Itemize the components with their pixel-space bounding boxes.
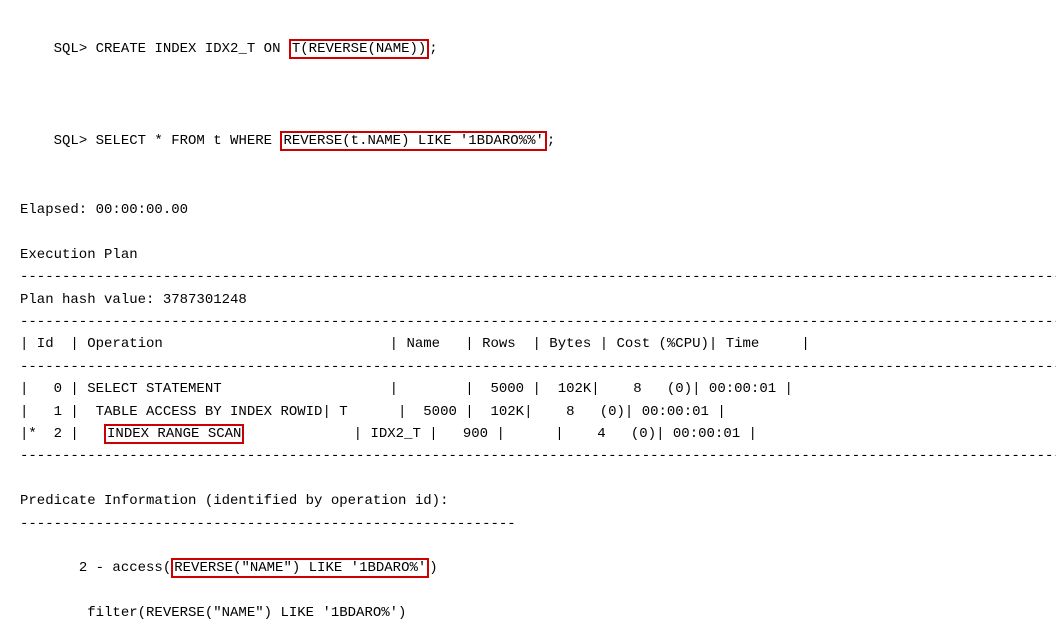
predicate-suffix: )	[429, 560, 437, 576]
predicate-separator: ----------------------------------------…	[20, 513, 1036, 535]
sql-prompt-2: SQL> SELECT * FROM t WHERE	[54, 133, 281, 149]
separator-4: ----------------------------------------…	[20, 445, 1036, 467]
sql-prompt-1: SQL>	[54, 41, 96, 57]
sql-line1-highlighted: T(REVERSE(NAME))	[289, 39, 429, 59]
sql-line-1: SQL> CREATE INDEX IDX2_T ON T(REVERSE(NA…	[20, 16, 1036, 83]
predicate-line-1: 2 - access(REVERSE("NAME") LIKE '1BDARO%…	[20, 535, 1036, 602]
empty-line-4	[20, 468, 1036, 490]
execution-plan-title: Execution Plan	[20, 244, 1036, 266]
separator-1: ----------------------------------------…	[20, 266, 1036, 288]
elapsed-line: Elapsed: 00:00:00.00	[20, 199, 1036, 221]
table-row-2: |* 2 | INDEX RANGE SCAN | IDX2_T | 900 |…	[20, 423, 1036, 445]
sql-line1-mid: INDEX IDX2_T ON	[146, 41, 289, 57]
index-range-scan-highlighted: INDEX RANGE SCAN	[104, 424, 244, 444]
sql-line-2: SQL> SELECT * FROM t WHERE REVERSE(t.NAM…	[20, 108, 1036, 175]
plan-hash-value: Plan hash value: 3787301248	[20, 289, 1036, 311]
separator-3: ----------------------------------------…	[20, 356, 1036, 378]
table-row-1: | 1 | TABLE ACCESS BY INDEX ROWID| T | 5…	[20, 401, 1036, 423]
empty-line-1	[20, 85, 1036, 107]
sql-line1-suffix: ;	[429, 41, 437, 57]
predicate-highlighted: REVERSE("NAME") LIKE '1BDARO%'	[171, 558, 429, 578]
table-header: | Id | Operation | Name | Rows | Bytes |…	[20, 333, 1036, 355]
empty-line-2	[20, 177, 1036, 199]
sql-line2-suffix: ;	[547, 133, 555, 149]
empty-line-3	[20, 222, 1036, 244]
create-keyword: CREATE	[96, 41, 146, 57]
table-row-0: | 0 | SELECT STATEMENT | | 5000 | 102K| …	[20, 378, 1036, 400]
main-content: SQL> CREATE INDEX IDX2_T ON T(REVERSE(NA…	[20, 16, 1036, 625]
predicate-prefix: 2 - access(	[54, 560, 172, 576]
predicate-line-2: filter(REVERSE("NAME") LIKE '1BDARO%')	[20, 602, 1036, 624]
predicate-title: Predicate Information (identified by ope…	[20, 490, 1036, 512]
sql-line2-highlighted: REVERSE(t.NAME) LIKE '1BDARO%%'	[280, 131, 546, 151]
separator-2: ----------------------------------------…	[20, 311, 1036, 333]
